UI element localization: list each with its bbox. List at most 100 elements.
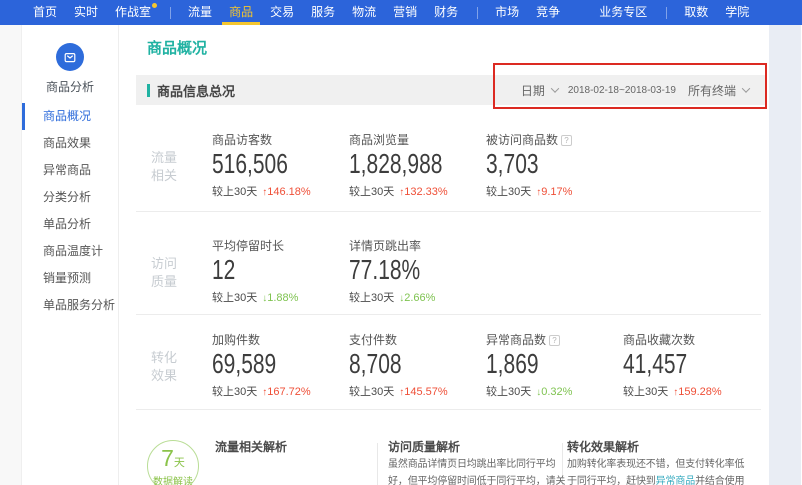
nav-item-academy[interactable]: 学院 [725, 0, 749, 25]
sidebar-item-sales-forecast[interactable]: 销量预测 [22, 265, 118, 292]
metric-group-label: 流量相关 [136, 131, 212, 211]
date-dropdown[interactable]: 日期 [521, 82, 545, 99]
nav-item-traffic[interactable]: 流量 [188, 0, 212, 25]
insight-column: 转化效果解析加购转化率表现还不错，但支付转化率低于同行平均，赶快到异常商品并结合… [567, 438, 744, 485]
delta-up-arrow: ↑9.17% [536, 186, 572, 198]
insight-text-line: 好，但平均停留时间低于同行平均，请关 [388, 473, 575, 485]
nav-item-transaction[interactable]: 交易 [270, 0, 294, 25]
nav-item-data-fetch[interactable]: 取数 [684, 0, 708, 25]
badge-caption: 数据解读 [148, 473, 198, 485]
data-interpretation-badge: 7天 数据解读 [147, 440, 199, 485]
insight-text-line: 加购转化率表现还不错，但支付转化率低 [567, 456, 744, 473]
notification-dot [152, 3, 157, 8]
metric-value: 41,457 [623, 351, 726, 377]
top-nav: 首页实时作战室 流量商品交易服务物流营销财务 市场竞争 业务专区 取数学院 [0, 0, 802, 25]
metric-delta: 较上30天↓2.66% [349, 289, 486, 305]
metric-value: 1,828,988 [349, 151, 452, 177]
section-title: 商品信息总况 [157, 81, 235, 100]
sidebar-item-product-effect[interactable]: 商品效果 [22, 130, 118, 157]
help-question-icon[interactable]: ? [549, 335, 560, 346]
nav-separator [477, 7, 478, 19]
product-analysis-bag-icon [56, 43, 84, 71]
badge-days-unit: 天 [174, 457, 185, 469]
metric-value: 1,869 [486, 351, 589, 377]
metric-card: 平均停留时长 12 较上30天↓1.88% [212, 237, 349, 314]
metric-delta: 较上30天↑146.18% [212, 183, 349, 199]
nav-item-competition[interactable]: 竞争 [536, 0, 560, 25]
nav-item-service[interactable]: 服务 [311, 0, 335, 25]
page-title: 商品概况 [147, 39, 769, 59]
insight-column: 访问质量解析虽然商品详情页日均跳出率比同行平均好，但平均停留时间低于同行平均，请… [388, 438, 575, 485]
metric-group-label: 转化效果 [136, 331, 212, 409]
metric-value: 8,708 [349, 351, 452, 377]
insight-title: 转化效果解析 [567, 438, 744, 455]
nav-item-marketing[interactable]: 营销 [393, 0, 417, 25]
insights-section: 7天 数据解读 流量相关解析 访问质量解析虽然商品详情页日均跳出率比同行平均好，… [136, 410, 752, 485]
metric-value: 77.18% [349, 257, 452, 283]
sidebar-item-single-product-service-analysis[interactable]: 单品服务分析 [22, 292, 118, 319]
metric-group-label: 访问质量 [136, 237, 212, 314]
metric-value: 3,703 [486, 151, 589, 177]
left-gutter [0, 25, 22, 485]
nav-item-realtime[interactable]: 实时 [74, 0, 98, 25]
insight-title: 流量相关解析 [215, 438, 287, 455]
date-range-value[interactable]: 2018-02-18~2018-03-19 [568, 85, 676, 96]
nav-item-market[interactable]: 市场 [495, 0, 519, 25]
sidebar-item-product-overview[interactable]: 商品概况 [22, 103, 118, 130]
metric-card: 商品浏览量 1,828,988 较上30天↑132.33% [349, 131, 486, 211]
sidebar-item-category-analysis[interactable]: 分类分析 [22, 184, 118, 211]
nav-item-war-room[interactable]: 作战室 [115, 0, 151, 25]
sidebar-item-abnormal-product[interactable]: 异常商品 [22, 157, 118, 184]
section-header-bar: 商品信息总况 日期 2018-02-18~2018-03-19 所有终端 [136, 75, 766, 105]
metric-label: 支付件数 [349, 331, 486, 346]
metric-delta: 较上30天↓1.88% [212, 289, 349, 305]
nav-item-home[interactable]: 首页 [33, 0, 57, 25]
sidebar-item-single-product-analysis[interactable]: 单品分析 [22, 211, 118, 238]
metric-label: 商品访客数 [212, 131, 349, 146]
nav-item-logistics[interactable]: 物流 [352, 0, 376, 25]
section-marker [147, 84, 150, 97]
insight-column: 流量相关解析 [215, 438, 287, 456]
nav-item-product[interactable]: 商品 [229, 0, 253, 25]
metric-delta: 较上30天↑167.72% [212, 383, 349, 399]
right-background-band [769, 25, 801, 485]
metric-label: 平均停留时长 [212, 237, 349, 252]
metric-row: 转化效果加购件数69,589较上30天↑167.72%支付件数8,708较上30… [136, 315, 761, 410]
metric-value: 12 [212, 257, 315, 283]
sidebar-item-product-thermometer[interactable]: 商品温度计 [22, 238, 118, 265]
delta-up-arrow: ↑146.18% [262, 186, 310, 198]
insight-title: 访问质量解析 [388, 438, 575, 455]
metric-row: 访问质量平均停留时长 12 较上30天↓1.88% 详情页跳出率 77.18% 较上30天… [136, 212, 761, 315]
metric-label: 商品收藏次数 [623, 331, 760, 346]
metric-card: 商品访客数 516,506 较上30天↑146.18% [212, 131, 349, 211]
chevron-down-icon [742, 84, 750, 92]
delta-up-arrow: ↑132.33% [399, 186, 447, 198]
metric-card: 异常商品数? 1,869 较上30天↓0.32% [486, 331, 623, 409]
delta-down-arrow: ↓2.66% [399, 292, 435, 304]
metric-label: 异常商品数? [486, 331, 623, 346]
delta-up-arrow: ↑145.57% [399, 386, 447, 398]
delta-up-arrow: ↑159.28% [673, 386, 721, 398]
nav-item-business-zone[interactable]: 业务专区 [599, 0, 647, 25]
metric-label: 商品浏览量 [349, 131, 486, 146]
metric-card: 商品收藏次数 41,457 较上30天↑159.28% [623, 331, 760, 409]
chevron-down-icon [551, 84, 559, 92]
terminal-dropdown[interactable]: 所有终端 [688, 82, 736, 99]
nav-separator [666, 7, 667, 19]
delta-down-arrow: ↓1.88% [262, 292, 298, 304]
page: 首页实时作战室 流量商品交易服务物流营销财务 市场竞争 业务专区 取数学院 商品分析 商… [0, 0, 802, 485]
insight-link[interactable]: 异常商品 [656, 476, 695, 485]
sidebar-menu: 商品概况商品效果异常商品分类分析单品分析商品温度计销量预测单品服务分析 [22, 103, 118, 319]
insight-divider [377, 443, 378, 485]
sidebar-section-label: 商品分析 [22, 78, 118, 95]
nav-item-finance[interactable]: 财务 [434, 0, 458, 25]
help-question-icon[interactable]: ? [561, 135, 572, 146]
metric-delta: 较上30天↑159.28% [623, 383, 760, 399]
metric-delta: 较上30天↓0.32% [486, 383, 623, 399]
main-content: 商品概况 商品信息总况 日期 2018-02-18~2018-03-19 所有终… [119, 25, 769, 485]
metric-delta: 较上30天↑132.33% [349, 183, 486, 199]
metric-card: 加购件数69,589较上30天↑167.72% [212, 331, 349, 409]
metric-row: 流量相关商品访客数 516,506 较上30天↑146.18% 商品浏览量 1,828,… [136, 105, 761, 212]
metric-label: 详情页跳出率 [349, 237, 486, 252]
metric-value: 516,506 [212, 151, 315, 177]
